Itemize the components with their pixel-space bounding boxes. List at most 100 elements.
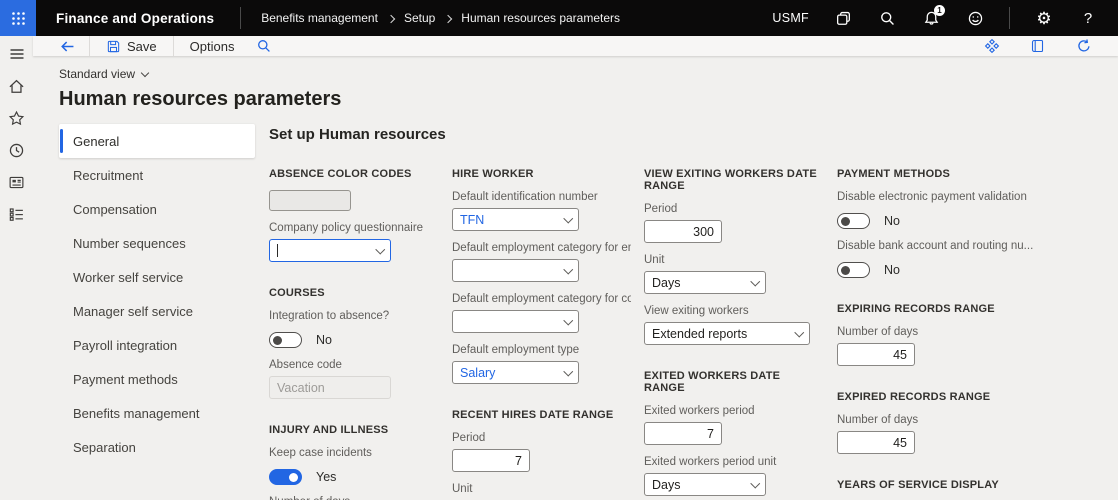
default-identification-number-select[interactable]: TFN <box>452 208 579 231</box>
notification-badge: 1 <box>934 5 945 16</box>
default-employment-category-employee-select[interactable] <box>452 259 579 282</box>
field-label: Period <box>452 432 631 444</box>
tab-general[interactable]: General <box>59 124 255 158</box>
section-title: ABSENCE COLOR CODES <box>269 168 439 180</box>
tab-number-sequences[interactable]: Number sequences <box>59 226 255 260</box>
recent-hires-period-input[interactable]: 7 <box>452 449 530 472</box>
help-icon[interactable]: ? <box>1078 8 1098 28</box>
expiring-records-number-of-days-input[interactable]: 45 <box>837 343 915 366</box>
toggle-knob <box>841 217 850 226</box>
tab-worker-self-service[interactable]: Worker self service <box>59 260 255 294</box>
actionbar-search-icon[interactable] <box>254 36 274 56</box>
refresh-icon[interactable] <box>1074 36 1094 56</box>
breadcrumb-item[interactable]: Benefits management <box>261 11 378 25</box>
form-header: Set up Human resources <box>269 126 1118 143</box>
app-title[interactable]: Finance and Operations <box>36 11 240 26</box>
toggle-state: No <box>884 214 900 228</box>
view-exiting-unit-select[interactable]: Days <box>644 271 766 294</box>
section-title: RECENT HIRES DATE RANGE <box>452 409 631 421</box>
chevron-down-icon <box>563 213 572 222</box>
favorites-star-icon[interactable] <box>8 109 26 127</box>
field-label: Default employment category for emp... <box>452 242 631 254</box>
expired-records-number-of-days-input[interactable]: 45 <box>837 431 915 454</box>
absence-color-code-box[interactable] <box>269 190 351 211</box>
section-title: YEARS OF SERVICE DISPLAY <box>837 479 1052 491</box>
default-employment-type-select[interactable]: Salary <box>452 361 579 384</box>
workspaces-icon[interactable] <box>8 173 26 191</box>
default-employment-category-contractor-select[interactable] <box>452 310 579 333</box>
settings-gear-icon[interactable]: ⚙ <box>1034 8 1054 28</box>
toggle-state: Yes <box>316 470 336 484</box>
recent-clock-icon[interactable] <box>8 141 26 159</box>
topbar-divider <box>240 7 241 29</box>
actionbar-divider <box>173 36 174 56</box>
integration-to-absence-toggle[interactable] <box>269 332 302 348</box>
section-title: EXITED WORKERS DATE RANGE <box>644 370 824 394</box>
absence-code-input: Vacation <box>269 376 391 399</box>
section-title: INJURY AND ILLNESS <box>269 424 439 436</box>
keep-case-incidents-toggle[interactable] <box>269 469 302 485</box>
action-bar: Save Options <box>33 36 1118 56</box>
chevron-down-icon <box>750 276 759 285</box>
chevron-down-icon <box>563 315 572 324</box>
top-navigation-bar: Finance and Operations Benefits manageme… <box>0 0 1118 36</box>
company-picker[interactable]: USMF <box>772 11 809 25</box>
field-label: Unit <box>644 254 824 266</box>
tab-payment-methods[interactable]: Payment methods <box>59 362 255 396</box>
disable-electronic-payment-validation-toggle[interactable] <box>837 213 870 229</box>
section-title: VIEW EXITING WORKERS DATE RANGE <box>644 168 824 192</box>
disable-bank-account-routing-toggle[interactable] <box>837 262 870 278</box>
field-label: Number of days <box>837 414 1052 426</box>
expand-menu-icon[interactable] <box>8 45 26 63</box>
tab-recruitment[interactable]: Recruitment <box>59 158 255 192</box>
field-label: Company policy questionnaire <box>269 222 439 234</box>
save-floppy-icon <box>106 39 121 54</box>
section-title: COURSES <box>269 287 439 299</box>
task-guide-book-icon[interactable] <box>1028 36 1048 56</box>
chevron-down-icon <box>375 244 384 253</box>
topbar-actions: USMF 1 <box>772 7 1118 29</box>
breadcrumb-item[interactable]: Human resources parameters <box>461 11 620 25</box>
chevron-down-icon <box>563 264 572 273</box>
search-icon[interactable] <box>877 8 897 28</box>
exited-workers-period-unit-select[interactable]: Days <box>644 473 766 496</box>
chevron-down-icon <box>141 68 149 76</box>
chevron-down-icon <box>794 327 803 336</box>
home-icon[interactable] <box>8 77 26 95</box>
exited-workers-period-input[interactable]: 7 <box>644 422 722 445</box>
tab-compensation[interactable]: Compensation <box>59 192 255 226</box>
view-exiting-workers-select[interactable]: Extended reports <box>644 322 810 345</box>
field-label: Disable electronic payment validation <box>837 191 1052 203</box>
field-label: Keep case incidents <box>269 447 439 459</box>
app-launcher-waffle-icon[interactable] <box>0 0 36 36</box>
chevron-right-icon <box>444 14 452 22</box>
field-label: Default employment category for cont... <box>452 293 631 305</box>
notifications-bell-icon[interactable]: 1 <box>921 8 941 28</box>
chevron-down-icon <box>750 478 759 487</box>
tab-payroll-integration[interactable]: Payroll integration <box>59 328 255 362</box>
feedback-smiley-icon[interactable] <box>965 8 985 28</box>
breadcrumb-item[interactable]: Setup <box>404 11 435 25</box>
view-selector[interactable]: Standard view <box>59 67 148 81</box>
save-label: Save <box>127 39 157 54</box>
view-exiting-period-input[interactable]: 300 <box>644 220 722 243</box>
back-arrow-icon[interactable] <box>57 36 77 56</box>
section-title: PAYMENT METHODS <box>837 168 1052 180</box>
field-label: Number of days <box>837 326 1052 338</box>
field-label: Default identification number <box>452 191 631 203</box>
page-body: General Recruitment Compensation Number … <box>33 124 1118 500</box>
toggle-state: No <box>884 263 900 277</box>
app-body: Save Options <box>0 36 1118 500</box>
options-button[interactable]: Options <box>186 39 239 54</box>
tab-benefits-management[interactable]: Benefits management <box>59 396 255 430</box>
modules-list-icon[interactable] <box>8 205 26 223</box>
tab-separation[interactable]: Separation <box>59 430 255 464</box>
power-apps-diamonds-icon[interactable] <box>982 36 1002 56</box>
pages-icon[interactable] <box>833 8 853 28</box>
save-button[interactable]: Save <box>102 39 161 54</box>
form-column-2: HIRE WORKER Default identification numbe… <box>452 143 631 500</box>
company-policy-questionnaire-select[interactable] <box>269 239 391 262</box>
field-label: Number of days <box>269 496 439 500</box>
toggle-state: No <box>316 333 332 347</box>
tab-manager-self-service[interactable]: Manager self service <box>59 294 255 328</box>
